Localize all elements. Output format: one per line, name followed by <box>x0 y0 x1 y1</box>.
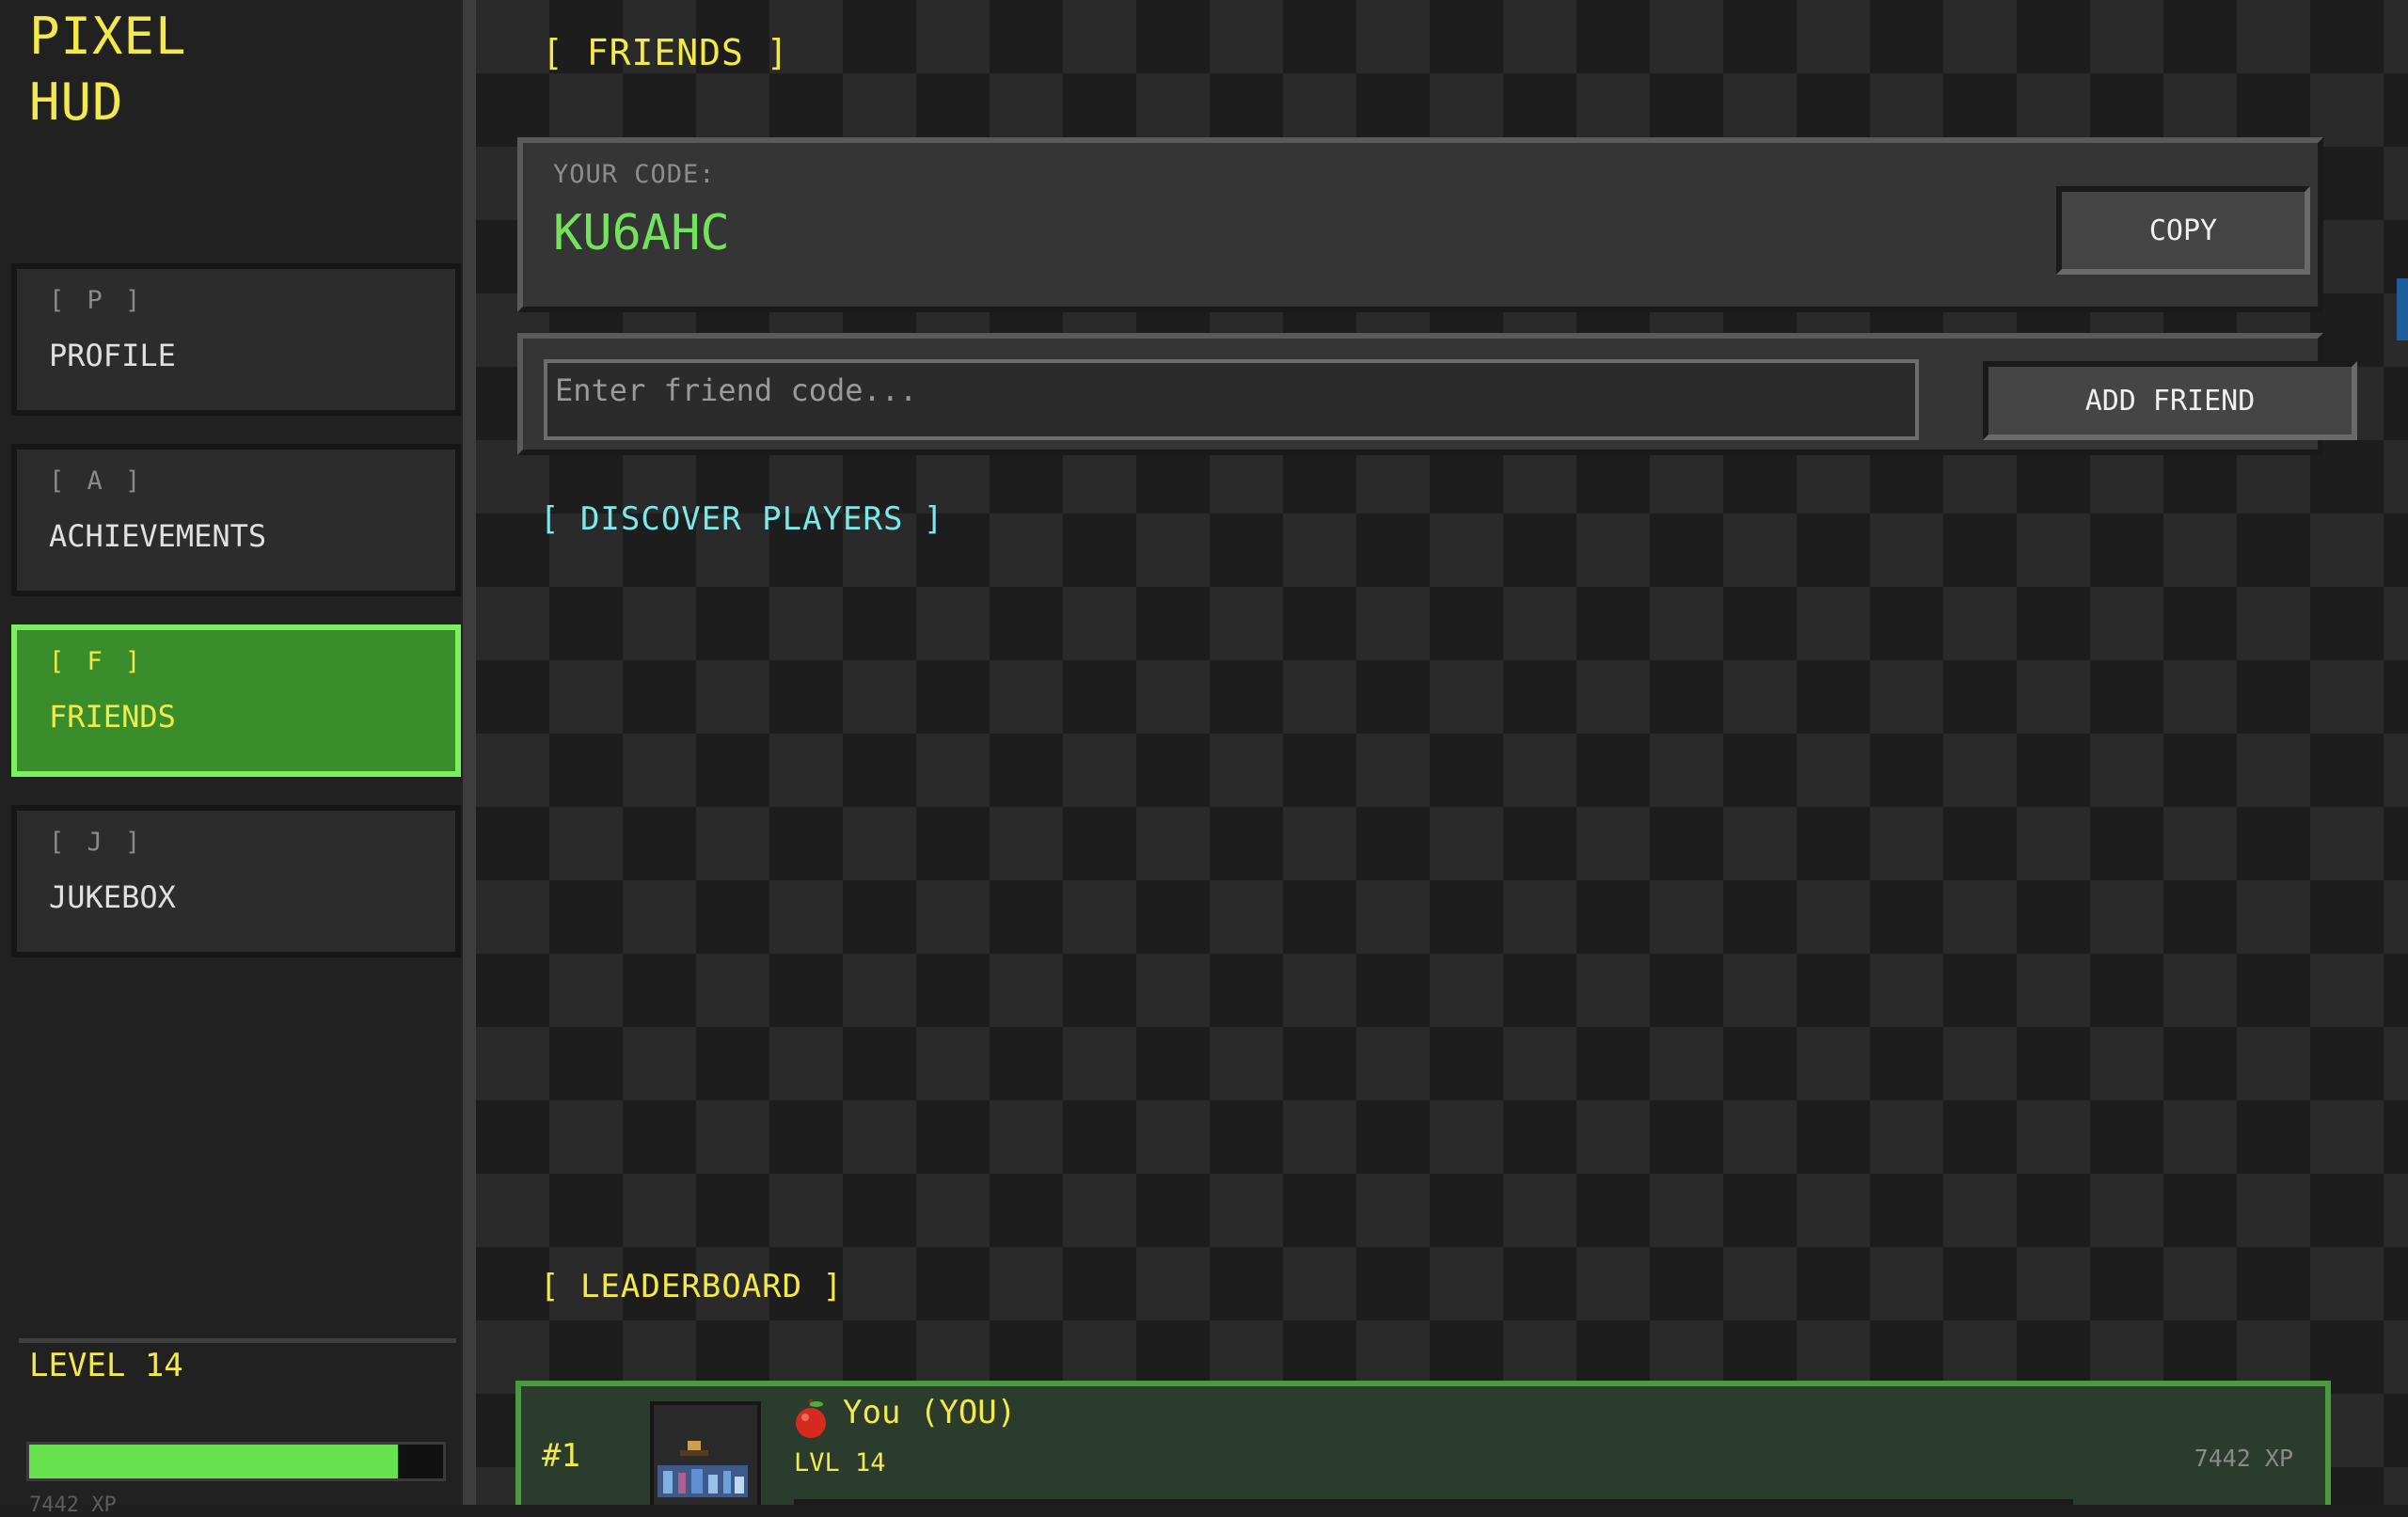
nav-label-profile: PROFILE <box>49 338 176 373</box>
logo-line-2: HUD <box>29 72 124 132</box>
nav-key-achievements: [ A ] <box>49 466 145 496</box>
nav-item-profile[interactable]: [ P ] PROFILE <box>11 263 461 416</box>
leaderboard-level: LVL 14 <box>794 1448 886 1477</box>
nav-item-friends[interactable]: [ F ] FRIENDS <box>11 624 461 777</box>
discover-players-title: [ DISCOVER PLAYERS ] <box>540 500 944 538</box>
nav-key-friends: [ F ] <box>49 647 145 676</box>
friend-code-input[interactable] <box>544 359 1919 440</box>
xp-progress-fill <box>29 1445 398 1478</box>
app-logo: PIXEL HUD <box>29 4 187 135</box>
leaderboard-title: [ LEADERBOARD ] <box>540 1268 844 1305</box>
xp-text: 7442 XP <box>29 1493 117 1517</box>
sidebar-divider <box>19 1338 456 1343</box>
apple-icon <box>796 1399 826 1438</box>
nav-label-friends: FRIENDS <box>49 699 176 735</box>
nav-item-achievements[interactable]: [ A ] ACHIEVEMENTS <box>11 444 461 596</box>
nav-key-profile: [ P ] <box>49 286 145 315</box>
leaderboard-xp: 7442 XP <box>2194 1445 2293 1472</box>
sidebar-border <box>463 0 476 1505</box>
sidebar: PIXEL HUD [ P ] PROFILE [ A ] ACHIEVEMEN… <box>0 0 467 1517</box>
nav-key-jukebox: [ J ] <box>49 828 145 857</box>
leaderboard-rank: #1 <box>542 1437 580 1475</box>
nav-label-achievements: ACHIEVEMENTS <box>49 518 267 554</box>
friend-code-value: KU6AHC <box>553 205 730 261</box>
leaderboard-xp-bar <box>794 1499 2073 1505</box>
nav-item-jukebox[interactable]: [ J ] JUKEBOX <box>11 805 461 957</box>
logo-line-1: PIXEL <box>29 7 187 66</box>
add-friend-panel: ADD FRIEND <box>517 333 2357 455</box>
window-edge-strip <box>2397 278 2408 340</box>
page-title: [ FRIENDS ] <box>542 32 789 73</box>
friend-code-panel: YOUR CODE: KU6AHC COPY <box>517 137 2323 312</box>
avatar <box>650 1401 761 1505</box>
avatar-pixel-art <box>654 1405 757 1505</box>
leaderboard-row[interactable]: #1 You (YOU) LVL 14 7442 XP <box>515 1381 2331 1505</box>
friend-code-caption: YOUR CODE: <box>553 160 716 189</box>
copy-code-button[interactable]: COPY <box>2056 186 2310 275</box>
nav-label-jukebox: JUKEBOX <box>49 879 176 915</box>
player-level: LEVEL 14 <box>29 1347 183 1384</box>
xp-progress-bar <box>26 1442 446 1481</box>
leaderboard-name: You (YOU) <box>843 1394 1017 1431</box>
main-content: [ FRIENDS ] YOUR CODE: KU6AHC COPY ADD F… <box>476 0 2408 1505</box>
add-friend-button[interactable]: ADD FRIEND <box>1983 361 2357 440</box>
